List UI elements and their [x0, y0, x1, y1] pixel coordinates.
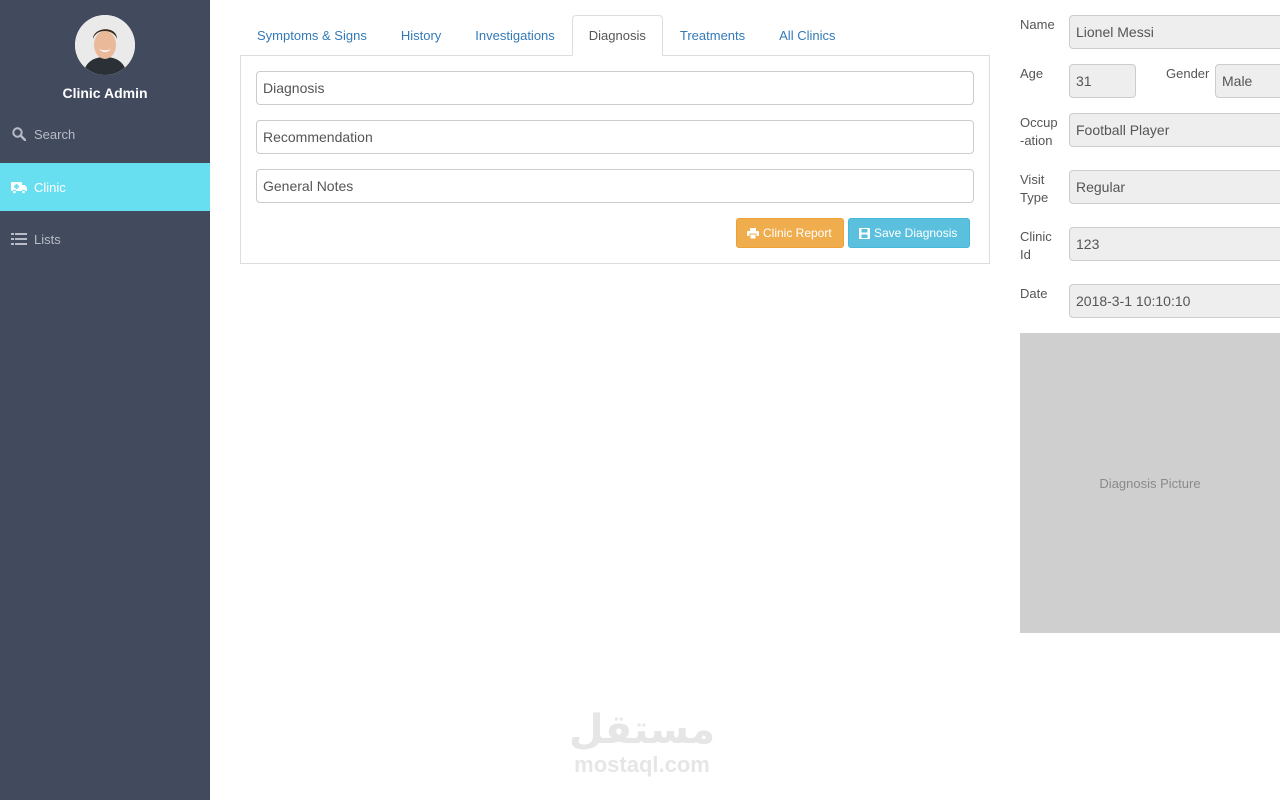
- avatar-image: [75, 15, 135, 75]
- sidebar: Clinic Admin Search Clinic Lists: [0, 0, 210, 800]
- occupation-label-line1: Occup: [1020, 115, 1058, 130]
- date-label: Date: [1020, 286, 1048, 301]
- date-field[interactable]: 2018-3-1 10:10:10: [1069, 284, 1280, 318]
- tab-treatments[interactable]: Treatments: [663, 15, 762, 56]
- sidebar-item-label: Lists: [34, 231, 61, 247]
- clinic-id-label: Clinic Id: [1020, 228, 1052, 264]
- print-icon: [747, 227, 759, 239]
- tab-all-clinics[interactable]: All Clinics: [762, 15, 852, 56]
- admin-name: Clinic Admin: [62, 85, 148, 101]
- sidebar-item-clinic[interactable]: Clinic: [0, 163, 210, 211]
- visit-type-label: Visit Type: [1020, 171, 1048, 207]
- save-icon: [859, 227, 870, 239]
- recommendation-input[interactable]: [256, 120, 974, 154]
- clinic-id-label-line1: Clinic: [1020, 229, 1052, 244]
- tab-symptoms-signs[interactable]: Symptoms & Signs: [240, 15, 384, 56]
- age-label: Age: [1020, 66, 1044, 81]
- clinic-id-field[interactable]: 123: [1069, 227, 1280, 261]
- general-notes-input[interactable]: [256, 169, 974, 203]
- diagnosis-picture[interactable]: Diagnosis Picture: [1020, 333, 1280, 633]
- age-field[interactable]: 31: [1069, 64, 1136, 98]
- gender-label: Gender: [1166, 66, 1210, 81]
- save-diagnosis-label: Save Diagnosis: [874, 226, 958, 240]
- diagnosis-panel: Clinic Report Save Diagnosis: [240, 55, 990, 264]
- gender-field[interactable]: Male: [1215, 64, 1280, 98]
- name-field[interactable]: Lionel Messi: [1069, 15, 1280, 49]
- name-label: Name: [1020, 17, 1055, 32]
- sidebar-item-label: Clinic: [34, 179, 66, 195]
- visit-type-field[interactable]: Regular: [1069, 170, 1280, 204]
- sidebar-item-lists[interactable]: Lists: [0, 215, 210, 263]
- occupation-field[interactable]: Football Player: [1069, 113, 1280, 147]
- tab-history[interactable]: History: [384, 15, 458, 56]
- occupation-label: Occup -ation: [1020, 114, 1058, 150]
- tab-diagnosis[interactable]: Diagnosis: [571, 15, 663, 56]
- ambulance-icon: [10, 179, 28, 195]
- list-icon: [10, 231, 28, 247]
- occupation-label-line2: -ation: [1020, 133, 1053, 148]
- avatar[interactable]: [75, 15, 135, 75]
- tab-investigations[interactable]: Investigations: [458, 15, 572, 56]
- tab-bar: Symptoms & Signs History Investigations …: [240, 15, 852, 56]
- search-icon: [10, 126, 28, 142]
- save-diagnosis-button[interactable]: Save Diagnosis: [848, 218, 970, 248]
- clinic-id-label-line2: Id: [1020, 247, 1031, 262]
- clinic-report-button[interactable]: Clinic Report: [736, 218, 844, 248]
- visit-type-label-line1: Visit: [1020, 172, 1045, 187]
- clinic-report-label: Clinic Report: [763, 226, 832, 240]
- sidebar-item-label: Search: [34, 126, 76, 142]
- diagnosis-picture-label: Diagnosis Picture: [1099, 475, 1201, 491]
- watermark-latin: mostaql.com: [574, 752, 710, 777]
- watermark: مستقل mostaql.com: [562, 708, 722, 778]
- watermark-arabic: مستقل: [568, 707, 716, 753]
- visit-type-label-line2: Type: [1020, 190, 1049, 205]
- diagnosis-input[interactable]: [256, 71, 974, 105]
- sidebar-item-search[interactable]: Search: [0, 110, 210, 158]
